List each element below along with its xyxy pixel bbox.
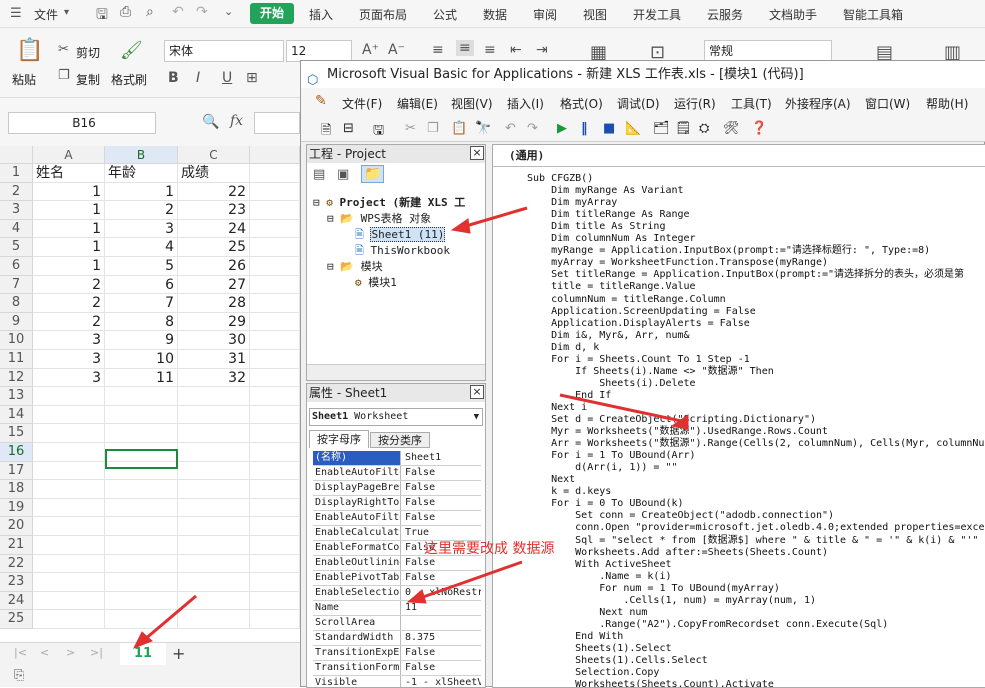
- arrowhead-sheet1: [450, 218, 471, 234]
- arrow-to-datasource-1: [559, 393, 687, 424]
- arrowhead-datasource-1: [670, 414, 689, 430]
- arrow-to-sheet1: [465, 206, 528, 228]
- annotation-note: 这里需要改成 数据源: [424, 541, 555, 557]
- arrowhead-name-prop: [406, 589, 427, 604]
- arrow-to-sheet-tab: [143, 594, 197, 642]
- annotation-arrows: [132, 206, 689, 649]
- arrow-to-name-prop: [422, 560, 523, 599]
